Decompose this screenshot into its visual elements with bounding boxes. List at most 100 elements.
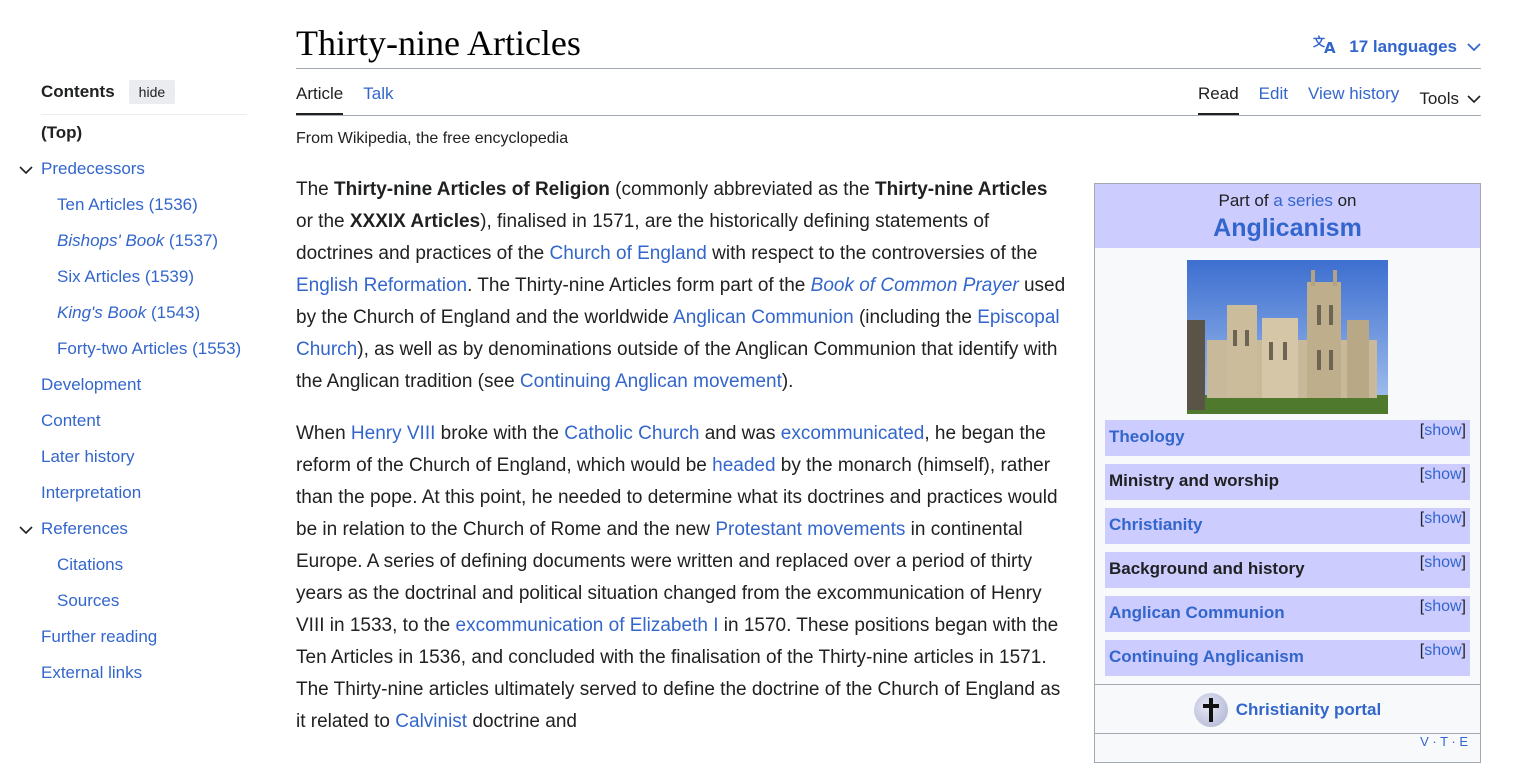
toc-item-bishops-book[interactable]: Bishops' Book (1537) bbox=[41, 223, 247, 259]
toc-item-label[interactable]: Sources bbox=[57, 591, 119, 610]
show-link[interactable]: show bbox=[1424, 554, 1461, 571]
link-protestant-movements[interactable]: Protestant movements bbox=[715, 519, 905, 540]
section-label[interactable]: Theology bbox=[1109, 427, 1185, 447]
tab-view-history[interactable]: View history bbox=[1308, 82, 1399, 115]
toc-item-label[interactable]: Six Articles (1539) bbox=[57, 267, 194, 286]
text: on bbox=[1332, 191, 1357, 210]
tab-article[interactable]: Article bbox=[296, 82, 344, 115]
paragraph-intro: The Thirty-nine Articles of Religion (co… bbox=[296, 174, 1068, 398]
toc-item-kings-book[interactable]: King's Book (1543) bbox=[41, 295, 247, 331]
text: with respect to the controversies of the bbox=[706, 243, 1038, 264]
link-anglican-communion[interactable]: Anglican Communion bbox=[673, 307, 854, 328]
link-english-reformation[interactable]: English Reformation bbox=[296, 275, 467, 296]
toc-item-development[interactable]: Development bbox=[41, 367, 247, 403]
chevron-down-icon[interactable] bbox=[19, 511, 33, 547]
show-toggle[interactable]: [show] bbox=[1420, 422, 1466, 440]
toc-item-year[interactable]: (1543) bbox=[146, 303, 200, 322]
cross-icon bbox=[1193, 693, 1228, 727]
tab-edit[interactable]: Edit bbox=[1259, 82, 1288, 115]
tab-read[interactable]: Read bbox=[1198, 82, 1239, 115]
page-title: Thirty-nine Articles bbox=[296, 23, 581, 63]
toc-item-citations[interactable]: Citations bbox=[41, 547, 247, 583]
section-label[interactable]: Christianity bbox=[1109, 515, 1203, 535]
show-toggle[interactable]: [show] bbox=[1420, 510, 1466, 528]
toc-item-label[interactable]: External links bbox=[41, 663, 142, 682]
link-henry-viii[interactable]: Henry VIII bbox=[351, 423, 435, 444]
toc-item-top[interactable]: (Top) bbox=[41, 115, 247, 151]
show-toggle[interactable]: [show] bbox=[1420, 598, 1466, 616]
show-toggle[interactable]: [show] bbox=[1420, 554, 1466, 572]
chevron-down-icon[interactable] bbox=[1467, 87, 1481, 111]
toc-item-later-history[interactable]: Later history bbox=[41, 439, 247, 475]
sidebar-section-ministry[interactable]: Ministry and worship [show] bbox=[1105, 464, 1470, 500]
translate-icon[interactable]: 文 A bbox=[1313, 33, 1339, 60]
language-selector[interactable]: 文 A 17 languages bbox=[1313, 33, 1481, 60]
toc-item-label[interactable]: Forty-two Articles (1553) bbox=[57, 339, 241, 358]
toc-item-label[interactable]: Development bbox=[41, 375, 141, 394]
bold-term: Thirty-nine Articles of Religion bbox=[334, 179, 610, 200]
text: and was bbox=[699, 423, 781, 444]
view-tabs: Read Edit View history Tools bbox=[1198, 82, 1481, 115]
toc-item-label[interactable]: Content bbox=[41, 411, 101, 430]
show-link[interactable]: show bbox=[1424, 510, 1461, 527]
show-link[interactable]: show bbox=[1424, 598, 1461, 615]
link-book-of-common-prayer[interactable]: Book of Common Prayer bbox=[811, 275, 1019, 296]
sidebar-title[interactable]: Anglicanism bbox=[1095, 212, 1480, 244]
toc-item-predecessors[interactable]: Predecessors bbox=[19, 151, 247, 187]
chevron-down-icon[interactable] bbox=[1467, 37, 1481, 57]
toc-item-forty-two-articles[interactable]: Forty-two Articles (1553) bbox=[41, 331, 247, 367]
section-label[interactable]: Continuing Anglicanism bbox=[1109, 647, 1304, 667]
tools-menu[interactable]: Tools bbox=[1419, 82, 1481, 115]
toc-item-label[interactable]: (Top) bbox=[41, 123, 82, 142]
link-catholic-church[interactable]: Catholic Church bbox=[564, 423, 699, 444]
section-label: Ministry and worship bbox=[1109, 471, 1280, 490]
link-church-of-england[interactable]: Church of England bbox=[549, 243, 706, 264]
toc-item-year[interactable]: (1537) bbox=[164, 231, 218, 250]
show-link[interactable]: show bbox=[1424, 642, 1461, 659]
cathedral-image[interactable] bbox=[1187, 260, 1388, 414]
sidebar-section-background[interactable]: Background and history [show] bbox=[1105, 552, 1470, 588]
show-toggle[interactable]: [show] bbox=[1420, 642, 1466, 660]
sidebar-section-anglican-communion[interactable]: Anglican Communion [show] bbox=[1105, 596, 1470, 632]
portal-link-label[interactable]: Christianity portal bbox=[1236, 700, 1381, 720]
toc-item-label[interactable]: Ten Articles (1536) bbox=[57, 195, 198, 214]
toc-hide-button[interactable]: hide bbox=[128, 80, 176, 104]
toc-item-label[interactable]: Citations bbox=[57, 555, 123, 574]
toc-item-references[interactable]: References bbox=[19, 511, 247, 547]
toc-item-label[interactable]: Later history bbox=[41, 447, 135, 466]
toc-item-sources[interactable]: Sources bbox=[41, 583, 247, 619]
article-body: The Thirty-nine Articles of Religion (co… bbox=[296, 174, 1068, 758]
sidebar-sections: Theology [show] Ministry and worship [sh… bbox=[1095, 420, 1480, 676]
toc-item-italic-title[interactable]: Bishops' Book bbox=[57, 231, 164, 250]
toc-item-label[interactable]: References bbox=[41, 519, 128, 538]
toc-item-label[interactable]: Further reading bbox=[41, 627, 157, 646]
toc-item-content[interactable]: Content bbox=[41, 403, 247, 439]
link-a-series[interactable]: a series bbox=[1273, 191, 1333, 210]
tab-talk[interactable]: Talk bbox=[363, 82, 393, 115]
toc-item-further-reading[interactable]: Further reading bbox=[41, 619, 247, 655]
link-calvinist[interactable]: Calvinist bbox=[395, 711, 467, 732]
section-label[interactable]: Anglican Communion bbox=[1109, 603, 1285, 623]
toc-item-label[interactable]: Predecessors bbox=[41, 159, 145, 178]
chevron-down-icon[interactable] bbox=[19, 151, 33, 187]
show-toggle[interactable]: [show] bbox=[1420, 466, 1466, 484]
toc-item-ten-articles[interactable]: Ten Articles (1536) bbox=[41, 187, 247, 223]
link-continuing-anglican-movement[interactable]: Continuing Anglican movement bbox=[520, 371, 782, 392]
languages-label[interactable]: 17 languages bbox=[1349, 37, 1457, 57]
sidebar-section-continuing[interactable]: Continuing Anglicanism [show] bbox=[1105, 640, 1470, 676]
toc-item-label[interactable]: Interpretation bbox=[41, 483, 141, 502]
sidebar-section-theology[interactable]: Theology [show] bbox=[1105, 420, 1470, 456]
link-headed[interactable]: headed bbox=[712, 455, 775, 476]
link-excommunication-of-elizabeth[interactable]: excommunication of Elizabeth I bbox=[456, 615, 719, 636]
link-excommunicated[interactable]: excommunicated bbox=[781, 423, 925, 444]
sidebar-section-christianity[interactable]: Christianity [show] bbox=[1105, 508, 1470, 544]
show-link[interactable]: show bbox=[1424, 466, 1461, 483]
vte-links[interactable]: V · T · E bbox=[1095, 733, 1480, 749]
toc-item-six-articles[interactable]: Six Articles (1539) bbox=[41, 259, 247, 295]
show-link[interactable]: show bbox=[1424, 422, 1461, 439]
toc-item-external-links[interactable]: External links bbox=[41, 655, 247, 691]
toc-item-italic-title[interactable]: King's Book bbox=[57, 303, 146, 322]
portal-link[interactable]: Christianity portal bbox=[1095, 684, 1480, 727]
tools-label[interactable]: Tools bbox=[1419, 87, 1459, 111]
toc-item-interpretation[interactable]: Interpretation bbox=[41, 475, 247, 511]
